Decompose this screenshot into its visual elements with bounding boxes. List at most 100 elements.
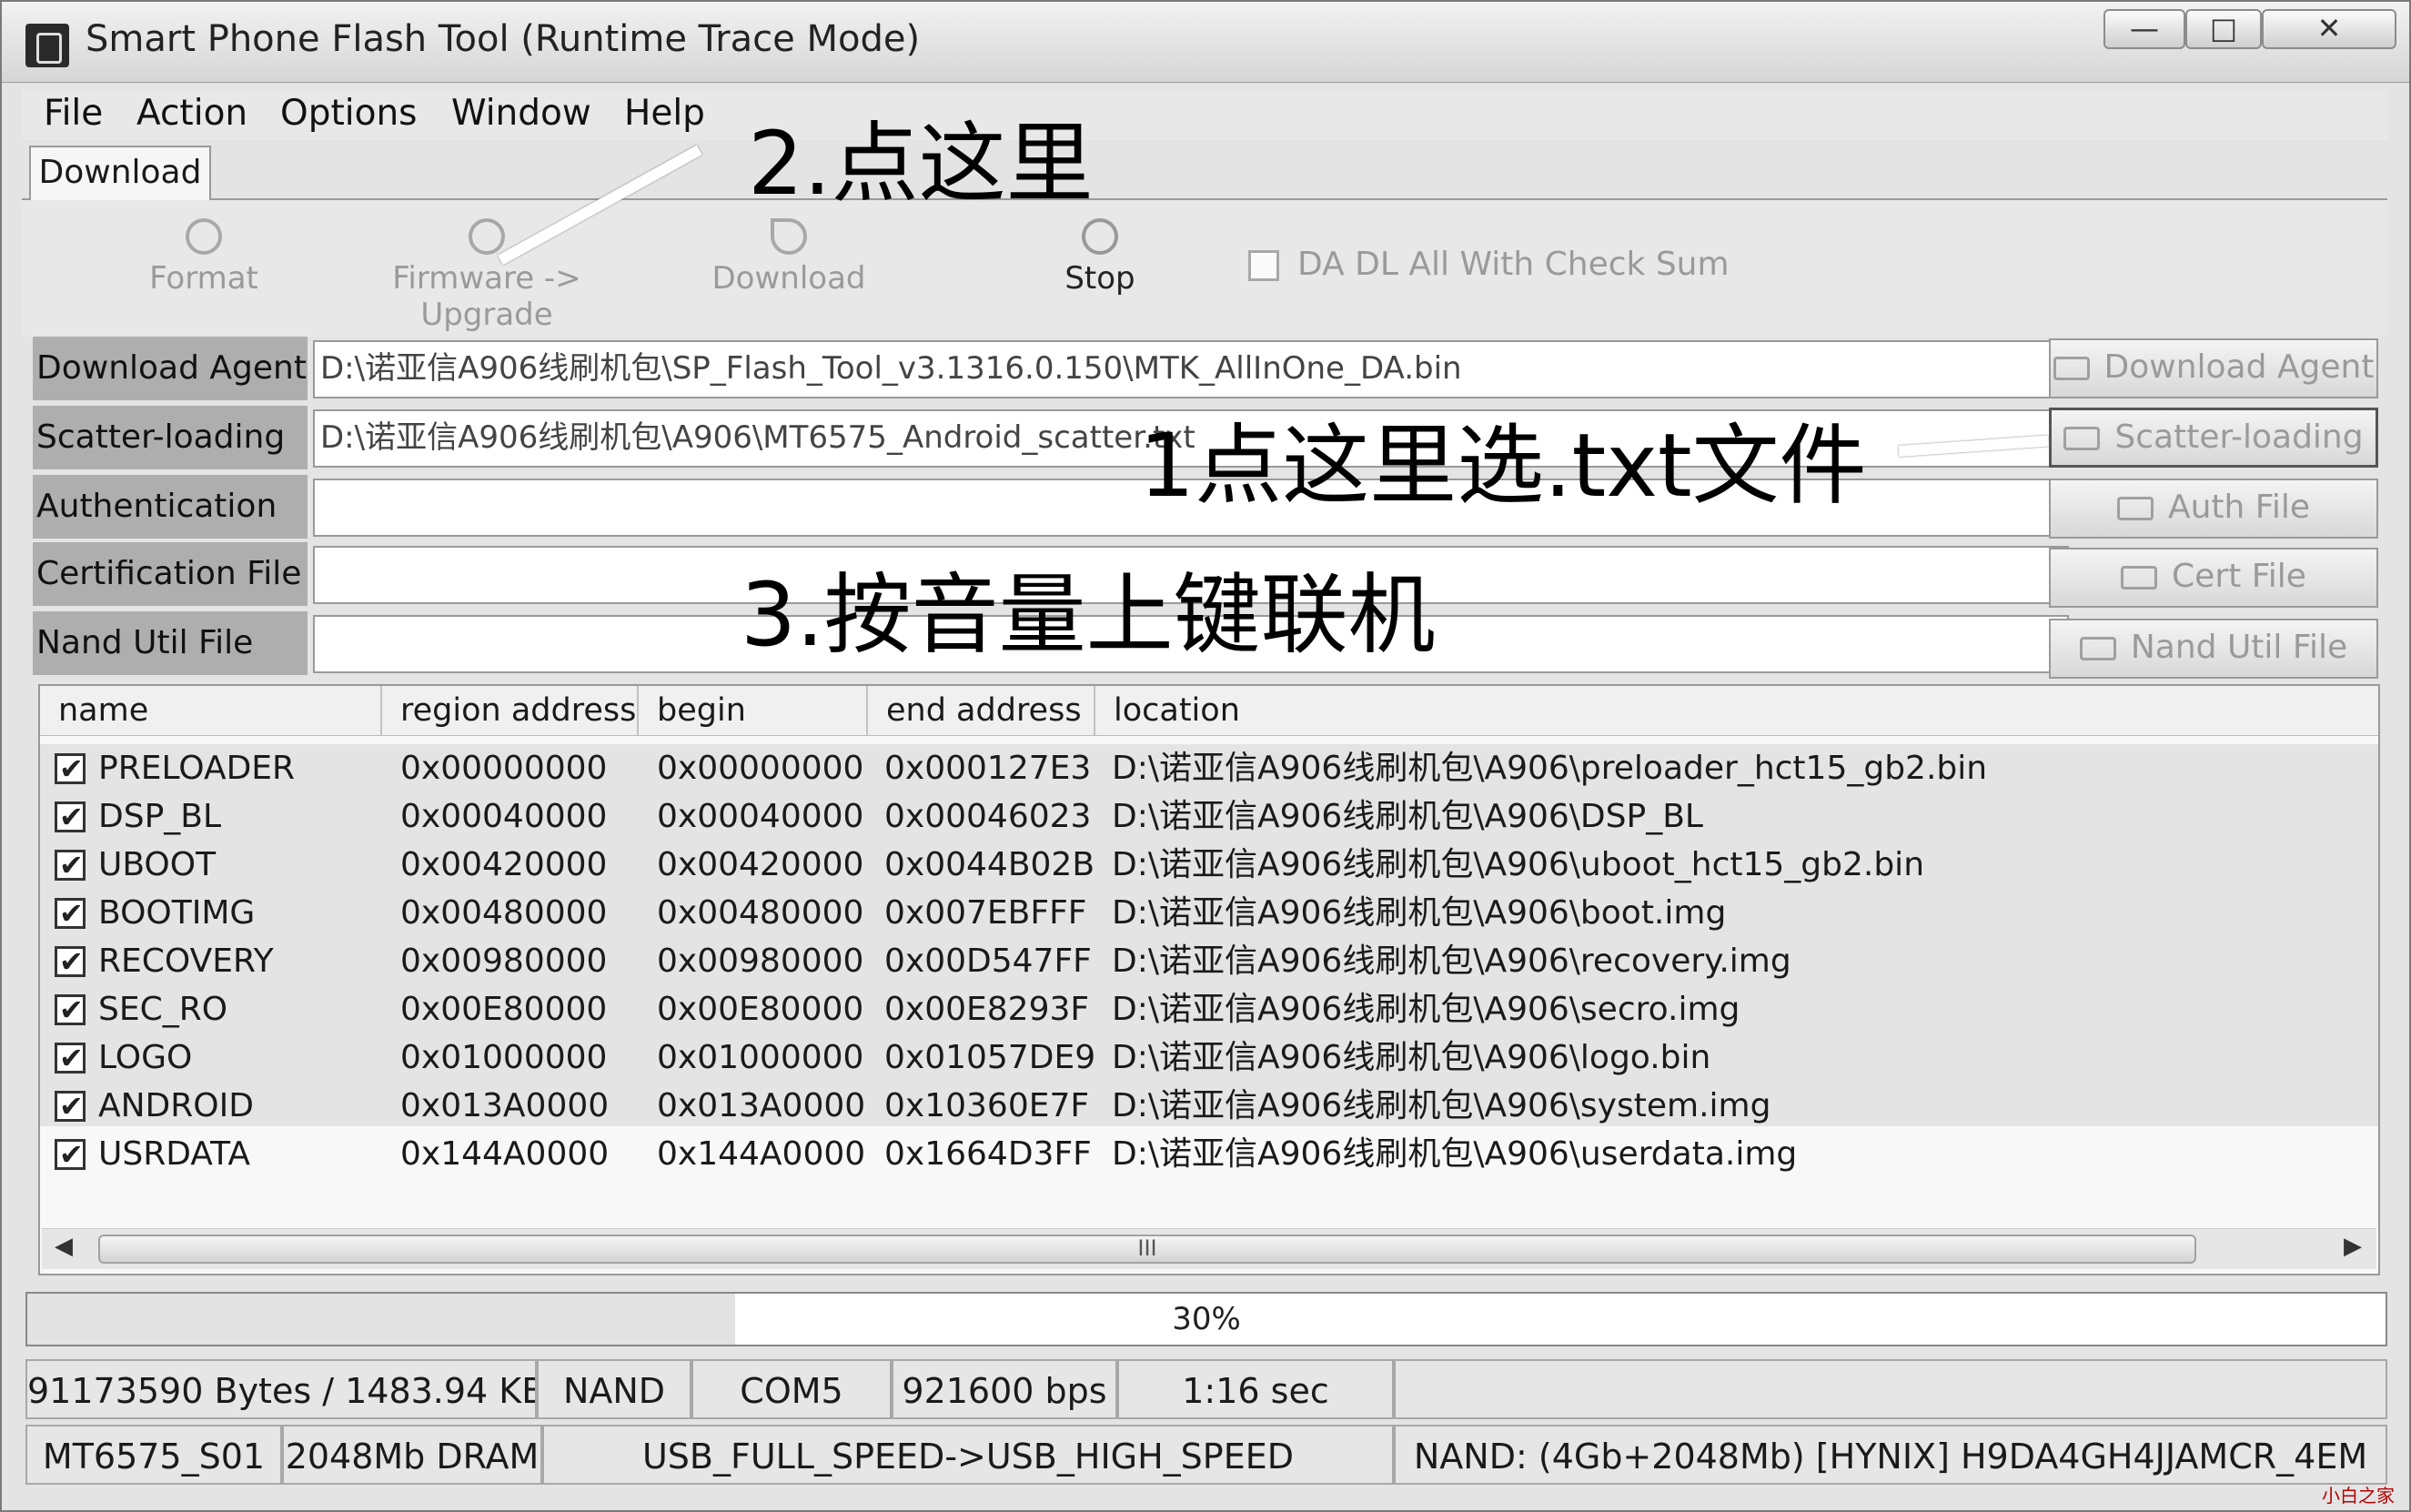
table-row[interactable]: DSP_BL 0x00040000 0x00040000 0x00046023 D:\诺… xyxy=(40,792,2378,842)
table-row[interactable]: ANDROID 0x013A0000 0x013A0000 0x10360E7F D:\… xyxy=(40,1082,2378,1131)
row-location: D:\诺亚信A906线刷机包\A906\logo.bin xyxy=(1112,1039,1711,1076)
scatter-loading-button[interactable]: Scatter-loading xyxy=(2049,408,2378,468)
row-checkbox[interactable] xyxy=(55,1083,86,1131)
row-begin-address: 0x00980000 xyxy=(657,942,864,980)
stop-button[interactable]: Stop xyxy=(1041,218,1159,297)
row-end-address: 0x01057DE9 xyxy=(884,1039,1096,1076)
col-location[interactable]: location xyxy=(1095,686,2378,735)
row-region-address: 0x00480000 xyxy=(400,894,608,932)
table-row[interactable]: BOOTIMG 0x00480000 0x00480000 0x007EBFFF D:\… xyxy=(40,889,2378,938)
menu-file[interactable]: File xyxy=(44,93,103,134)
cert-file-button-label: Cert File xyxy=(2172,558,2306,595)
nand-util-file-button-label: Nand Util File xyxy=(2130,629,2348,666)
certification-file-label: Certification File xyxy=(33,542,308,606)
download-agent-button-label: Download Agent xyxy=(2103,348,2375,386)
row-checkbox[interactable] xyxy=(55,842,86,890)
row-checkbox[interactable] xyxy=(55,1034,86,1083)
firmware-upgrade-button[interactable]: Firmware -> Upgrade xyxy=(337,218,637,333)
table-row[interactable]: USRDATA 0x144A0000 0x144A0000 0x1664D3FF D:\… xyxy=(40,1130,2378,1179)
download-button[interactable]: Download xyxy=(702,218,875,297)
scroll-thumb[interactable]: III xyxy=(98,1235,2196,1264)
row-name: DSP_BL xyxy=(98,798,222,835)
row-name: SEC_RO xyxy=(98,991,228,1028)
download-agent-button[interactable]: Download Agent xyxy=(2049,338,2378,398)
status-row-2: MT6575_S01 2048Mb DRAM USB_FULL_SPEED->U… xyxy=(25,1425,2387,1488)
format-icon xyxy=(186,218,222,255)
row-region-address: 0x00420000 xyxy=(400,846,608,883)
row-name: ANDROID xyxy=(98,1087,254,1124)
maximize-button[interactable]: □ xyxy=(2185,9,2262,49)
row-location: D:\诺亚信A906线刷机包\A906\preloader_hct15_gb2.… xyxy=(1112,750,1988,787)
auth-file-button-label: Auth File xyxy=(2167,489,2311,526)
table-row[interactable]: RECOVERY 0x00980000 0x00980000 0x00D547FF D:… xyxy=(40,937,2378,986)
row-name: USRDATA xyxy=(98,1135,250,1173)
row-name: BOOTIMG xyxy=(98,894,256,932)
menu-help[interactable]: Help xyxy=(624,93,705,134)
row-checkbox[interactable] xyxy=(55,890,86,938)
progress-bar: 30% xyxy=(25,1292,2387,1346)
da-checksum-checkbox[interactable]: DA DL All With Check Sum xyxy=(1248,246,1730,283)
tab-download[interactable]: Download xyxy=(29,146,211,200)
col-name[interactable]: name xyxy=(40,686,382,735)
firmware-upgrade-icon xyxy=(469,218,505,255)
row-checkbox[interactable] xyxy=(55,986,86,1034)
row-end-address: 0x00046023 xyxy=(884,798,1092,835)
da-checksum-label: DA DL All With Check Sum xyxy=(1297,246,1730,283)
status-baud: 921600 bps xyxy=(892,1359,1117,1419)
col-end-address[interactable]: end address xyxy=(868,686,1095,735)
row-checkbox[interactable] xyxy=(55,793,86,842)
row-end-address: 0x10360E7F xyxy=(884,1087,1090,1124)
annotation-step-3: 3.按音量上键联机 xyxy=(741,564,1436,666)
firmware-upgrade-label: Firmware -> Upgrade xyxy=(392,260,581,333)
folder-icon xyxy=(2121,566,2158,590)
table-row[interactable]: PRELOADER 0x00000000 0x00000000 0x000127E3 D… xyxy=(40,744,2378,793)
row-region-address: 0x013A0000 xyxy=(400,1087,610,1124)
row-region-address: 0x144A0000 xyxy=(400,1135,610,1173)
row-begin-address: 0x00420000 xyxy=(657,846,864,883)
row-begin-address: 0x144A0000 xyxy=(657,1135,866,1173)
row-checkbox[interactable] xyxy=(55,938,86,986)
table-row[interactable]: SEC_RO 0x00E80000 0x00E80000 0x00E8293F D:\诺… xyxy=(40,985,2378,1034)
status-time: 1:16 sec xyxy=(1117,1359,1394,1419)
scroll-left-arrow-icon[interactable]: ◀ xyxy=(55,1233,73,1260)
row-location: D:\诺亚信A906线刷机包\A906\boot.img xyxy=(1112,894,1727,932)
status-port: COM5 xyxy=(691,1359,892,1419)
auth-file-button[interactable]: Auth File xyxy=(2049,479,2378,539)
close-button[interactable]: ✕ xyxy=(2262,9,2396,49)
status-bytes: 91173590 Bytes / 1483.94 KBp xyxy=(25,1359,537,1419)
download-agent-input[interactable]: D:\诺亚信A906线刷机包\SP_Flash_Tool_v3.1316.0.1… xyxy=(313,340,2069,398)
row-begin-address: 0x00E80000 xyxy=(657,991,864,1028)
stop-label: Stop xyxy=(1064,260,1135,297)
minimize-button[interactable]: — xyxy=(2103,9,2185,49)
row-name: UBOOT xyxy=(98,846,217,883)
row-checkbox[interactable] xyxy=(55,1131,86,1179)
row-end-address: 0x007EBFFF xyxy=(884,894,1087,932)
cert-file-button[interactable]: Cert File xyxy=(2049,548,2378,608)
title-bar: Smart Phone Flash Tool (Runtime Trace Mo… xyxy=(2,2,2409,83)
annotation-step-1: 1点这里选.txt文件 xyxy=(1139,415,1867,517)
menu-options[interactable]: Options xyxy=(280,93,417,134)
folder-icon xyxy=(2053,357,2090,380)
table-row[interactable]: UBOOT 0x00420000 0x00420000 0x0044B02B D:\诺亚… xyxy=(40,841,2378,890)
row-begin-address: 0x013A0000 xyxy=(657,1087,866,1124)
row-name: RECOVERY xyxy=(98,942,274,980)
row-location: D:\诺亚信A906线刷机包\A906\uboot_hct15_gb2.bin xyxy=(1112,846,1925,883)
watermark: 小白之家 xyxy=(2322,1485,2395,1507)
status-empty xyxy=(1394,1359,2387,1419)
col-begin-address[interactable]: begin address xyxy=(639,686,868,778)
format-button[interactable]: Format xyxy=(122,218,286,297)
row-begin-address: 0x00040000 xyxy=(657,798,864,835)
app-window: Smart Phone Flash Tool (Runtime Trace Mo… xyxy=(0,0,2411,1512)
scroll-right-arrow-icon[interactable]: ▶ xyxy=(2344,1233,2362,1260)
download-icon xyxy=(771,218,807,255)
row-checkbox[interactable] xyxy=(55,745,86,793)
menu-window[interactable]: Window xyxy=(451,93,591,134)
nand-util-file-button[interactable]: Nand Util File xyxy=(2049,619,2378,679)
row-region-address: 0x00E80000 xyxy=(400,991,608,1028)
menu-action[interactable]: Action xyxy=(136,93,247,134)
table-row[interactable]: LOGO 0x01000000 0x01000000 0x01057DE9 D:\诺亚信… xyxy=(40,1033,2378,1083)
row-region-address: 0x00040000 xyxy=(400,798,608,835)
col-region-address[interactable]: region address xyxy=(382,686,639,735)
horizontal-scrollbar[interactable]: ◀ III ▶ xyxy=(42,1228,2376,1269)
partition-table: name region address begin address end ad… xyxy=(38,684,2380,1275)
